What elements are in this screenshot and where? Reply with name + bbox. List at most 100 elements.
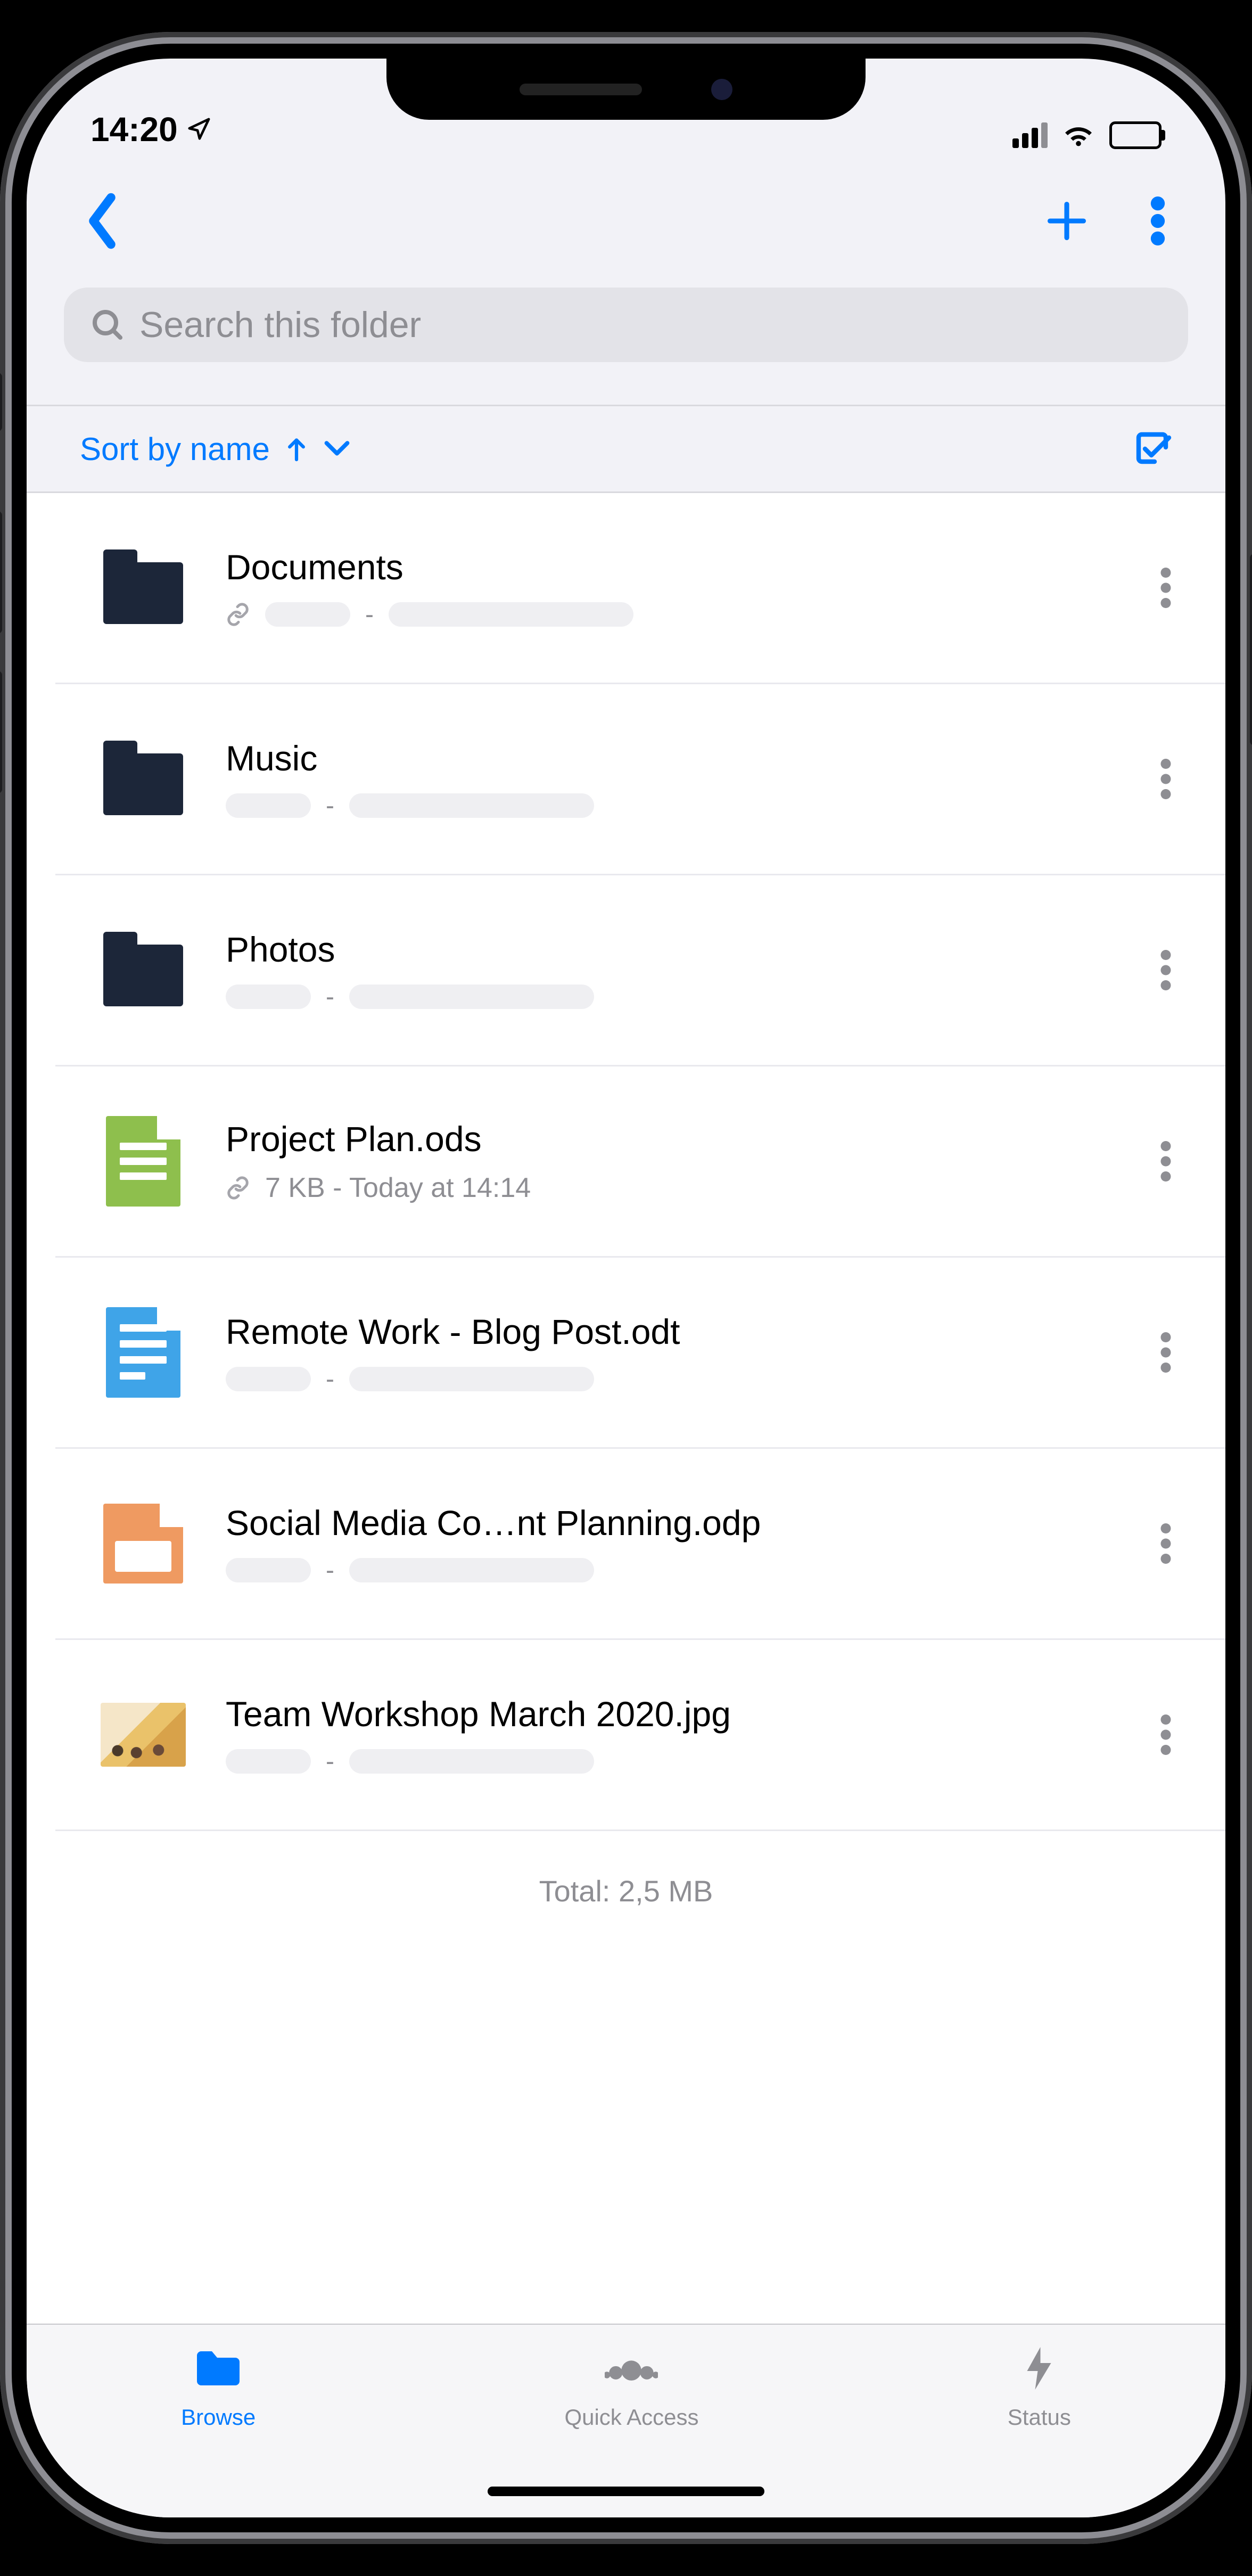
redacted-meta — [349, 985, 594, 1009]
link-icon — [226, 1176, 250, 1200]
file-list[interactable]: Documents - Music - Photos - Project Pla… — [27, 493, 1225, 2324]
file-row[interactable]: Project Plan.ods 7 KB - Today at 14:14 — [55, 1067, 1225, 1258]
file-name: Documents — [226, 547, 1111, 587]
image-thumbnail — [101, 1703, 186, 1767]
row-menu-button[interactable] — [1149, 1130, 1183, 1192]
file-meta: - — [226, 600, 1111, 629]
tab-label: Browse — [181, 2405, 256, 2430]
more-vertical-icon — [1159, 568, 1172, 608]
file-row[interactable]: Remote Work - Blog Post.odt - — [55, 1258, 1225, 1449]
screen: 14:20 — [27, 59, 1225, 2517]
redacted-meta — [226, 793, 311, 818]
file-meta-text: 7 KB - Today at 14:14 — [265, 1172, 531, 1204]
more-vertical-icon — [1159, 1141, 1172, 1182]
redacted-meta — [349, 1749, 594, 1774]
phone-frame: 14:20 — [0, 32, 1252, 2544]
status-icons — [1012, 121, 1162, 149]
file-row[interactable]: Team Workshop March 2020.jpg - — [55, 1640, 1225, 1831]
home-indicator — [488, 2487, 764, 2496]
tab-label: Quick Access — [564, 2405, 698, 2430]
volume-up-button — [0, 511, 2, 634]
redacted-meta — [226, 1749, 311, 1774]
file-name: Project Plan.ods — [226, 1119, 1111, 1159]
document-icon — [106, 1307, 180, 1398]
plus-icon — [1044, 199, 1089, 243]
select-icon — [1134, 430, 1172, 468]
row-menu-button[interactable] — [1149, 1322, 1183, 1383]
file-row[interactable]: Documents - — [55, 493, 1225, 684]
file-meta: - — [226, 982, 1111, 1012]
more-button[interactable] — [1148, 196, 1168, 245]
arrow-up-icon — [285, 435, 308, 463]
folder-icon — [103, 753, 183, 815]
redacted-meta — [349, 1558, 594, 1582]
sort-label: Sort by name — [80, 431, 270, 467]
status-icon — [1012, 2347, 1066, 2395]
presentation-icon — [103, 1504, 183, 1584]
more-vertical-icon — [1159, 1714, 1172, 1755]
redacted-meta — [226, 1558, 311, 1582]
search-field[interactable] — [64, 288, 1188, 362]
more-vertical-icon — [1159, 1332, 1172, 1373]
row-menu-button[interactable] — [1149, 1704, 1183, 1766]
status-bar: 14:20 — [27, 59, 1225, 162]
cellular-signal-icon — [1012, 122, 1048, 148]
link-icon — [226, 602, 250, 627]
sort-bar: Sort by name — [27, 405, 1225, 493]
row-menu-button[interactable] — [1149, 557, 1183, 619]
search-input[interactable] — [138, 303, 1162, 346]
redacted-meta — [349, 793, 594, 818]
file-meta: - — [226, 1747, 1111, 1776]
file-meta: 7 KB - Today at 14:14 — [226, 1172, 1111, 1204]
sort-button[interactable]: Sort by name — [80, 431, 351, 467]
status-time-group: 14:20 — [90, 110, 211, 149]
tab-label: Status — [1008, 2405, 1071, 2430]
file-meta: - — [226, 1556, 1111, 1585]
spreadsheet-icon — [106, 1116, 180, 1207]
header — [27, 162, 1225, 362]
wifi-icon — [1062, 122, 1094, 148]
clock: 14:20 — [90, 110, 178, 149]
row-menu-button[interactable] — [1149, 1513, 1183, 1574]
volume-down-button — [0, 671, 2, 793]
more-vertical-icon — [1148, 196, 1168, 245]
chevron-left-icon — [84, 192, 120, 250]
tab-quick-access[interactable]: Quick Access — [564, 2347, 698, 2430]
file-name: Photos — [226, 929, 1111, 970]
file-name: Music — [226, 738, 1111, 778]
add-button[interactable] — [1044, 199, 1089, 243]
mute-switch — [0, 373, 2, 431]
file-name: Remote Work - Blog Post.odt — [226, 1311, 1111, 1352]
redacted-meta — [349, 1367, 594, 1391]
file-meta: - — [226, 791, 1111, 821]
chevron-down-icon — [323, 439, 351, 458]
redacted-meta — [226, 1367, 311, 1391]
total-size: Total: 2,5 MB — [27, 1831, 1225, 1951]
redacted-meta — [389, 602, 633, 627]
file-name: Social Media Co…nt Planning.odp — [226, 1503, 1111, 1543]
more-vertical-icon — [1159, 950, 1172, 990]
file-row[interactable]: Photos - — [55, 875, 1225, 1067]
redacted-meta — [226, 985, 311, 1009]
more-vertical-icon — [1159, 759, 1172, 799]
power-button — [1250, 554, 1252, 745]
tab-status[interactable]: Status — [1008, 2347, 1071, 2430]
file-row[interactable]: Social Media Co…nt Planning.odp - — [55, 1449, 1225, 1640]
file-name: Team Workshop March 2020.jpg — [226, 1694, 1111, 1734]
file-row[interactable]: Music - — [55, 684, 1225, 875]
redacted-meta — [265, 602, 350, 627]
browse-icon — [192, 2347, 245, 2395]
more-vertical-icon — [1159, 1523, 1172, 1564]
quick-access-icon — [605, 2347, 658, 2395]
folder-icon — [103, 945, 183, 1006]
battery-icon — [1109, 121, 1162, 149]
location-icon — [186, 117, 211, 142]
row-menu-button[interactable] — [1149, 939, 1183, 1001]
folder-icon — [103, 562, 183, 624]
search-icon — [90, 308, 125, 342]
back-button[interactable] — [84, 192, 120, 250]
tab-browse[interactable]: Browse — [181, 2347, 256, 2430]
file-meta: - — [226, 1365, 1111, 1394]
row-menu-button[interactable] — [1149, 748, 1183, 810]
select-button[interactable] — [1134, 430, 1172, 468]
